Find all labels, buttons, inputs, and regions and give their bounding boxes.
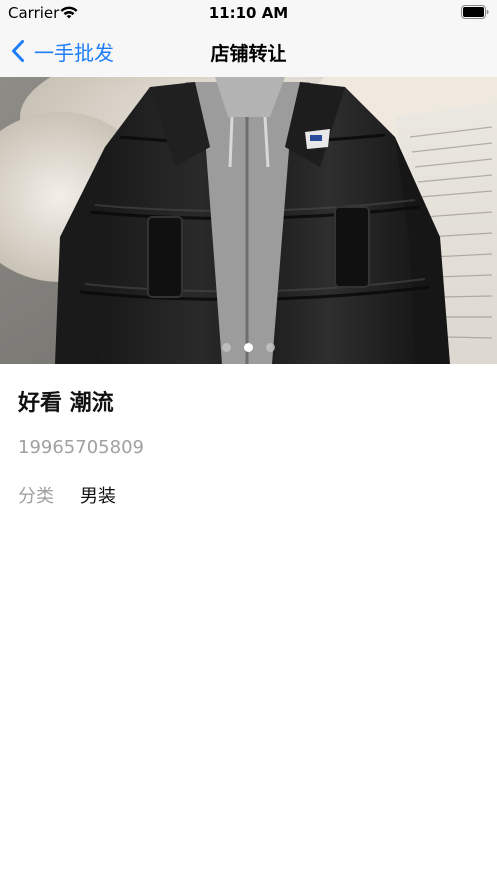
contact-phone[interactable]: 19965705809 xyxy=(18,437,144,458)
page-title: 店铺转让 xyxy=(210,43,287,65)
carousel-dot[interactable] xyxy=(222,343,231,352)
carousel-page-indicator xyxy=(0,343,497,352)
category-label: 分类 xyxy=(18,486,54,507)
image-carousel[interactable] xyxy=(0,77,497,364)
category-value: 男装 xyxy=(80,486,116,507)
product-photo xyxy=(0,77,497,364)
status-time: 11:10 AM xyxy=(208,4,289,22)
status-bar: Carrier 11:10 AM xyxy=(0,0,497,26)
category-row: 分类 男装 xyxy=(18,482,116,508)
product-title: 好看 潮流 xyxy=(18,391,114,416)
carousel-dot[interactable] xyxy=(266,343,275,352)
carousel-dot-active[interactable] xyxy=(244,343,253,352)
navigation-bar: 一手批发 店铺转让 xyxy=(0,26,497,78)
battery-icon xyxy=(461,5,489,19)
